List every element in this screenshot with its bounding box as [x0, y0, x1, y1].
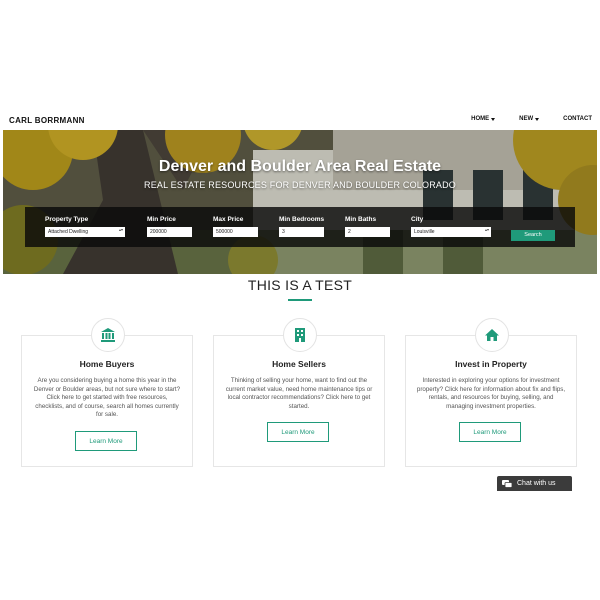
home-icon	[485, 329, 499, 341]
nav-item-home[interactable]: HOME	[471, 116, 496, 122]
building-icon	[295, 328, 305, 342]
learn-more-button[interactable]: Learn More	[459, 422, 521, 442]
nav-item-new[interactable]: NEW	[519, 116, 540, 122]
field-label: City	[411, 216, 424, 223]
main-nav: HOME NEW CONTACT	[471, 116, 592, 122]
hero-overlay	[3, 130, 597, 274]
card-icon-wrapper	[91, 318, 125, 352]
nav-item-label: HOME	[471, 116, 490, 122]
card-home-buyers: Home Buyers Are you considering buying a…	[21, 318, 193, 467]
nav-item-label: NEW	[519, 116, 534, 122]
property-search-panel: Property Type Attached Dwelling Min Pric…	[25, 207, 575, 247]
section-divider	[288, 299, 312, 301]
chevron-down-icon	[491, 117, 496, 121]
property-type-select[interactable]: Attached Dwelling	[45, 227, 125, 237]
chat-label: Chat with us	[517, 480, 556, 487]
min-price-input[interactable]: 200000	[147, 227, 192, 237]
learn-more-button[interactable]: Learn More	[75, 431, 137, 451]
max-price-input[interactable]: 500000	[213, 227, 258, 237]
search-button[interactable]: Search	[511, 230, 555, 241]
bank-icon	[101, 328, 115, 342]
card-icon-wrapper	[475, 318, 509, 352]
field-label: Max Price	[213, 216, 244, 223]
property-type-field: Property Type Attached Dwelling	[45, 216, 125, 237]
section-title: THIS IS A TEST	[247, 277, 353, 293]
hero-title: Denver and Boulder Area Real Estate	[158, 158, 442, 175]
card-description: Are you considering buying a home this y…	[33, 377, 181, 419]
card-description: Interested in exploring your options for…	[416, 377, 566, 410]
min-price-field: Min Price 200000	[147, 216, 192, 237]
chevron-down-icon	[535, 117, 540, 121]
nav-item-label: CONTACT	[563, 116, 592, 122]
card-title: Invest in Property	[455, 359, 527, 369]
field-label: Min Price	[147, 216, 176, 223]
min-baths-input[interactable]: 2	[345, 227, 390, 237]
hero-banner: Denver and Boulder Area Real Estate REAL…	[3, 130, 597, 274]
brand-logo-text[interactable]: CARL BORRMANN	[9, 116, 85, 125]
card-description: Thinking of selling your home, want to f…	[225, 377, 373, 410]
min-bedrooms-input[interactable]: 3	[279, 227, 324, 237]
card-icon-wrapper	[283, 318, 317, 352]
field-label: Property Type	[45, 216, 89, 223]
city-field: City Louisville	[411, 216, 491, 237]
nav-item-contact[interactable]: CONTACT	[563, 116, 592, 122]
card-invest-in-property: Invest in Property Interested in explori…	[405, 318, 577, 467]
min-baths-field: Min Baths 2	[345, 216, 390, 237]
city-select[interactable]: Louisville	[411, 227, 491, 237]
field-label: Min Baths	[345, 216, 377, 223]
max-price-field: Max Price 500000	[213, 216, 258, 237]
card-home-sellers: Home Sellers Thinking of selling your ho…	[213, 318, 385, 467]
card-title: Home Sellers	[272, 359, 326, 369]
hero-subtitle: REAL ESTATE RESOURCES FOR DENVER AND BOU…	[144, 180, 456, 190]
learn-more-button[interactable]: Learn More	[267, 422, 329, 442]
field-label: Min Bedrooms	[279, 216, 325, 223]
card-title: Home Buyers	[79, 359, 135, 369]
min-bedrooms-field: Min Bedrooms 3	[279, 216, 324, 237]
chat-bubble-icon	[502, 480, 512, 488]
chat-widget-button[interactable]: Chat with us	[497, 476, 572, 491]
